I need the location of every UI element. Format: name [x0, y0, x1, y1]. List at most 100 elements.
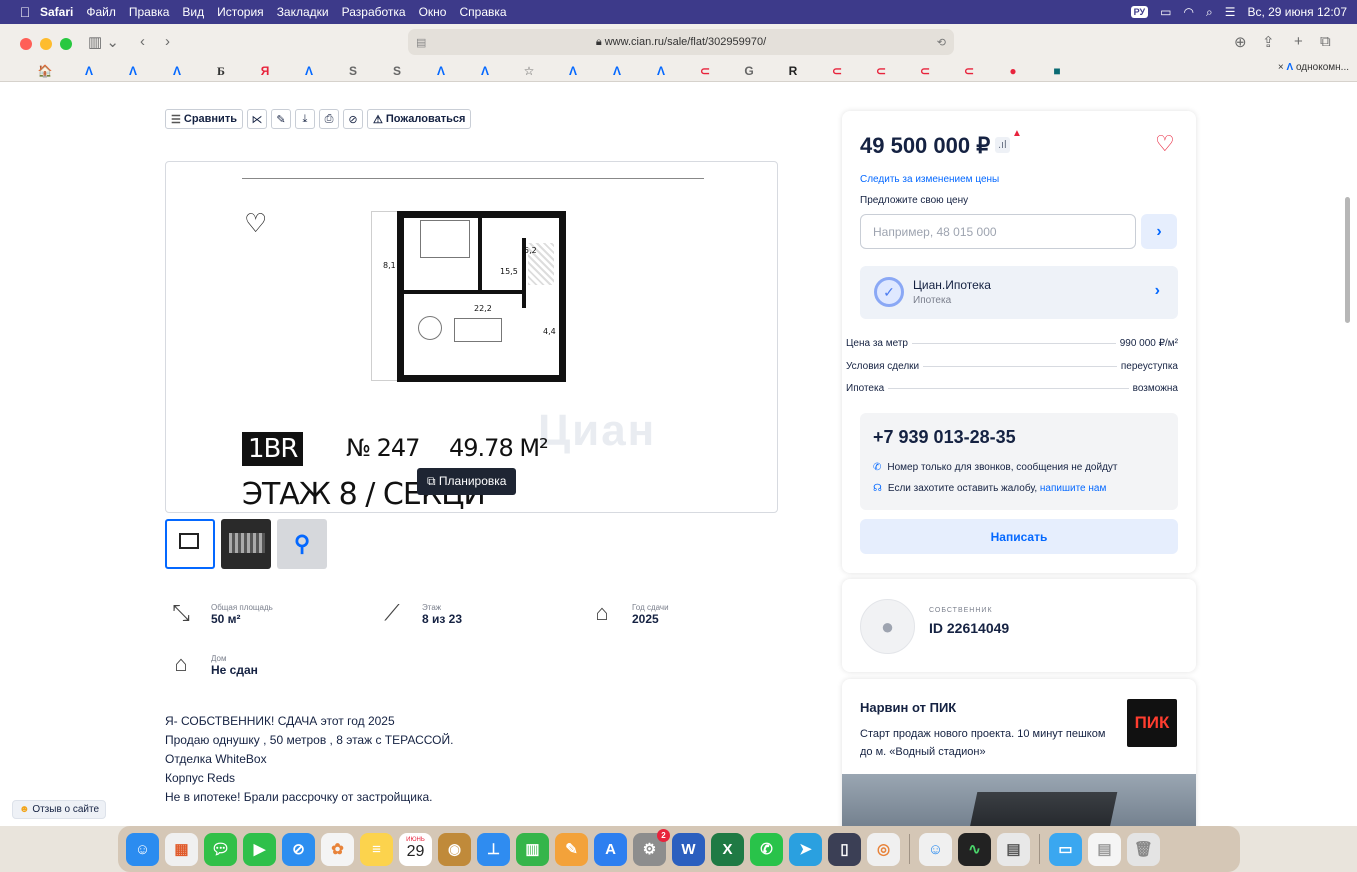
downloads-icon[interactable]: ⊕	[1234, 33, 1247, 51]
track-price-link[interactable]: Следить за изменением цены	[860, 174, 999, 185]
favorite-yandex[interactable]: Я	[248, 62, 282, 80]
favorite-cian[interactable]: Λ	[292, 62, 326, 80]
sidebar-toggle-icon[interactable]: ▥ ⌄	[88, 33, 119, 51]
price-history-icon[interactable]: .ıl	[995, 137, 1010, 153]
facetime-icon[interactable]: ▶	[243, 832, 276, 866]
excel-icon[interactable]: X	[711, 832, 744, 866]
favorite-s[interactable]: S	[380, 62, 414, 80]
contacts-icon[interactable]: ◉	[438, 832, 471, 866]
favorite-g[interactable]: G	[732, 62, 766, 80]
offer-submit-button[interactable]: ›	[1141, 214, 1177, 249]
write-us-link[interactable]: напишите нам	[1040, 483, 1106, 494]
download-button[interactable]: ⤓	[294, 109, 315, 129]
favorite-heart-icon[interactable]: ♡	[1155, 131, 1175, 157]
menu-bookmarks[interactable]: Закладки	[277, 5, 329, 19]
favorite-star[interactable]: ☆	[512, 62, 546, 80]
favorite-cian[interactable]: Λ	[116, 62, 150, 80]
preview-icon[interactable]: ▤	[997, 832, 1030, 866]
phone-number[interactable]: +7 939 013-28-35	[873, 427, 1016, 448]
site-feedback-button[interactable]: ☻ Отзыв о сайте	[12, 800, 107, 819]
note-button[interactable]: ✎	[270, 109, 291, 129]
translate-reload-icon[interactable]: ⟲	[937, 36, 946, 49]
finder-icon[interactable]: ☺	[126, 832, 159, 866]
mortgage-banner[interactable]: ✓ Циан.Ипотека Ипотека ›	[860, 266, 1178, 319]
back-icon[interactable]: ‹	[140, 33, 145, 50]
battery-icon[interactable]: ▭	[1160, 5, 1171, 19]
spotlight-icon[interactable]: ⌕	[1206, 5, 1213, 20]
keynote-icon[interactable]: ⊥	[477, 832, 510, 866]
safari-icon[interactable]: ⊘	[282, 832, 315, 866]
favorite-c[interactable]: ⊂	[688, 62, 722, 80]
launchpad-icon[interactable]: ▦	[165, 832, 198, 866]
plan-button[interactable]: ⧉ Планировка	[417, 468, 517, 495]
favorite-cian[interactable]: Λ	[644, 62, 678, 80]
wifi-icon[interactable]: ◠	[1183, 5, 1193, 19]
activity-monitor-icon[interactable]: ∿	[958, 832, 991, 866]
favorite-c[interactable]: ⊂	[864, 62, 898, 80]
hide-button[interactable]: ⊘	[342, 109, 363, 129]
favorite-home[interactable]: 🏠	[28, 62, 62, 80]
menu-develop[interactable]: Разработка	[342, 5, 406, 19]
messages-icon[interactable]: 💬︎	[204, 832, 237, 866]
menu-help[interactable]: Справка	[459, 5, 506, 19]
notes-icon[interactable]: ≡	[360, 832, 393, 866]
share-icon[interactable]: ⇪	[1262, 33, 1275, 51]
page-menu-icon[interactable]: ▤	[416, 36, 426, 49]
document-icon[interactable]: ▤	[1088, 832, 1121, 866]
page-scrollbar[interactable]	[1345, 197, 1350, 323]
menu-file[interactable]: Файл	[86, 5, 116, 19]
favorite-c[interactable]: ⊂	[908, 62, 942, 80]
menu-history[interactable]: История	[217, 5, 264, 19]
thumbnail-photo[interactable]	[221, 519, 271, 569]
telegram-icon[interactable]: ➤	[789, 832, 822, 866]
favorite-b[interactable]: Б	[204, 62, 238, 80]
calendar-icon[interactable]: ИЮНЬ 29	[399, 832, 432, 866]
numbers-icon[interactable]: ▥	[516, 832, 549, 866]
favorite-cian[interactable]: Λ	[424, 62, 458, 80]
app-store-icon[interactable]: A	[594, 832, 627, 866]
word-icon[interactable]: W	[672, 832, 705, 866]
print-button[interactable]: ⎙	[318, 109, 339, 129]
forward-icon[interactable]: ›	[165, 33, 170, 50]
favorite-c[interactable]: ⊂	[952, 62, 986, 80]
favorite-cian[interactable]: Λ	[556, 62, 590, 80]
trash-icon[interactable]: 🗑︎	[1127, 832, 1160, 866]
owner-avatar[interactable]: ●	[860, 599, 915, 654]
photos-icon[interactable]: ✿	[321, 832, 354, 866]
menu-window[interactable]: Окно	[419, 5, 447, 19]
whatsapp-icon[interactable]: ✆	[750, 832, 783, 866]
iphone-mirroring-icon[interactable]: ▯	[828, 832, 861, 866]
thumbnail-plan[interactable]	[165, 519, 215, 569]
zoom-window-button[interactable]	[60, 38, 72, 50]
write-message-button[interactable]: Написать	[860, 519, 1178, 554]
share-listing-button[interactable]: ⋉	[246, 109, 267, 129]
favorite-cian[interactable]: Λ	[600, 62, 634, 80]
favorite-teal[interactable]: ■	[1040, 62, 1074, 80]
complain-button[interactable]: ⚠ Пожаловаться	[366, 109, 472, 129]
address-bar[interactable]: ▤ 🔒︎ www.cian.ru/sale/flat/302959970/ ⟲	[408, 29, 954, 55]
finder-window-icon[interactable]: ☺	[919, 832, 952, 866]
ad-image[interactable]	[842, 774, 1196, 826]
menu-app-safari[interactable]: Safari	[40, 5, 73, 19]
thumbnail-map[interactable]: ⚲	[277, 519, 327, 569]
chrome-icon[interactable]: ◎	[867, 832, 900, 866]
favorite-cian[interactable]: Λ	[72, 62, 106, 80]
favorite-red[interactable]: ●	[996, 62, 1030, 80]
close-tab-icon[interactable]: ×	[1278, 62, 1284, 73]
owner-id[interactable]: ID 22614049	[929, 620, 1009, 636]
menu-view[interactable]: Вид	[182, 5, 204, 19]
menu-clock[interactable]: Вс, 29 июня 12:07	[1247, 5, 1347, 19]
tab-current[interactable]: × Λ однокомн...	[1278, 62, 1349, 73]
system-settings-icon[interactable]: ⚙ 2	[633, 828, 670, 866]
apple-icon[interactable]: 	[10, 4, 40, 20]
close-window-button[interactable]	[20, 38, 32, 50]
control-center-icon[interactable]: ☰	[1225, 5, 1236, 19]
tab-overview-icon[interactable]: ⧉	[1320, 33, 1331, 50]
new-tab-icon[interactable]: +	[1294, 33, 1303, 50]
pages-icon[interactable]: ✎	[555, 832, 588, 866]
favorite-r[interactable]: R	[776, 62, 810, 80]
menu-edit[interactable]: Правка	[129, 5, 170, 19]
photo-gallery[interactable]: ♡ 8,1 5,2 15,5 22,2 4,4 Циан 1BR № 247 4…	[165, 161, 778, 513]
offer-price-input[interactable]: Например, 48 015 000	[860, 214, 1136, 249]
favorite-cian[interactable]: Λ	[160, 62, 194, 80]
